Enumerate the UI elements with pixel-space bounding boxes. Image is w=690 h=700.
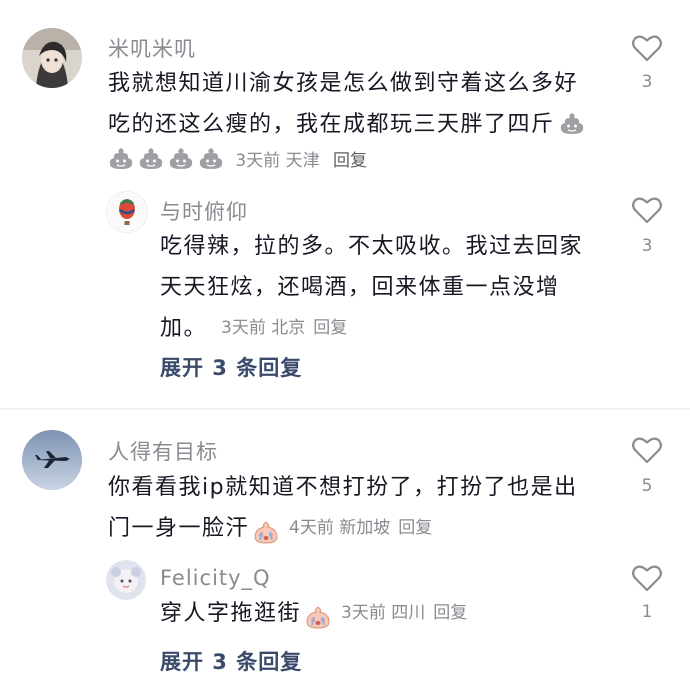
comment-text: 你看看我ip就知道不想打扮了，打扮了也是出 门一身一脸汗 4天前 新加坡 回复 bbox=[108, 467, 608, 549]
reply-text-line: 天天狂炫，还喝酒，回来体重一点没增 bbox=[160, 275, 560, 300]
avatar[interactable] bbox=[22, 28, 82, 88]
reply-text-line-content: 加。 bbox=[160, 316, 208, 341]
like-count: 5 bbox=[641, 476, 653, 496]
comment-meta: 3天前 天津 回复 bbox=[108, 146, 367, 171]
hot-air-balloon-avatar-icon bbox=[107, 192, 147, 232]
crying-face-emoji-icon bbox=[305, 602, 331, 629]
heart-icon bbox=[632, 197, 662, 224]
like-button[interactable] bbox=[632, 436, 662, 468]
comment-text-line: 门一身一脸汗 4天前 新加坡 回复 bbox=[108, 508, 608, 549]
comment-username[interactable]: 米叽米叽 bbox=[108, 33, 196, 63]
heart-icon bbox=[632, 437, 662, 464]
airplane-avatar-icon bbox=[22, 430, 82, 490]
reply-text-line: 吃得辣，拉的多。不太吸收。我过去回家 bbox=[160, 234, 584, 259]
poop-emoji-icon bbox=[108, 146, 134, 170]
poop-emoji-icon bbox=[168, 146, 194, 170]
avatar[interactable] bbox=[22, 430, 82, 490]
reply-text: 穿人字拖逛街 3天前 四川 回复 bbox=[160, 593, 620, 634]
expand-replies-button[interactable]: 展开 3 条回复 bbox=[160, 352, 302, 382]
avatar[interactable] bbox=[106, 560, 146, 600]
comment-text-line: 吃的还这么瘦的，我在成都玩三天胖了四斤 bbox=[108, 104, 608, 145]
reply-button[interactable]: 回复 bbox=[313, 308, 347, 349]
poop-emoji-icon bbox=[138, 146, 164, 170]
heart-icon bbox=[632, 35, 662, 62]
like-count: 3 bbox=[641, 72, 653, 92]
like-count: 3 bbox=[641, 236, 653, 256]
crying-face-emoji-icon bbox=[253, 517, 279, 544]
comment-time-location: 4天前 新加坡 bbox=[289, 518, 391, 538]
comment-time-location: 3天前 天津 bbox=[235, 151, 320, 171]
reply-text: 吃得辣，拉的多。不太吸收。我过去回家 天天狂炫，还喝酒，回来体重一点没增 加。 … bbox=[160, 226, 620, 349]
heart-icon bbox=[632, 565, 662, 592]
divider bbox=[0, 408, 690, 410]
reply-time-location: 3天前 四川 bbox=[341, 603, 426, 623]
anime-character-avatar-icon bbox=[22, 28, 82, 88]
poop-emoji-icon bbox=[198, 146, 224, 170]
cartoon-avatar-icon bbox=[106, 560, 146, 600]
reply-text-line-content: 穿人字拖逛街 bbox=[160, 601, 302, 626]
like-button[interactable] bbox=[632, 34, 662, 66]
reply-username[interactable]: Felicity_Q bbox=[160, 566, 271, 590]
expand-replies-button[interactable]: 展开 3 条回复 bbox=[160, 646, 302, 676]
poop-emoji-icon bbox=[559, 108, 585, 134]
like-count: 1 bbox=[641, 602, 653, 622]
reply-username[interactable]: 与时俯仰 bbox=[160, 196, 248, 226]
reply-text-line: 穿人字拖逛街 3天前 四川 回复 bbox=[160, 593, 620, 634]
avatar[interactable] bbox=[106, 191, 148, 233]
comment-text-line-content: 门一身一脸汗 bbox=[108, 516, 250, 541]
reply-button[interactable]: 回复 bbox=[333, 151, 367, 171]
like-button[interactable] bbox=[632, 564, 662, 596]
comment-text-line: 我就想知道川渝女孩是怎么做到守着这么多好 bbox=[108, 71, 579, 96]
reply-time-location: 3天前 北京 bbox=[221, 318, 306, 338]
reply-button[interactable]: 回复 bbox=[398, 508, 432, 549]
comment-text-line: 你看看我ip就知道不想打扮了，打扮了也是出 bbox=[108, 475, 578, 500]
comment-text-line-content: 吃的还这么瘦的，我在成都玩三天胖了四斤 bbox=[108, 112, 555, 137]
reply-button[interactable]: 回复 bbox=[433, 593, 467, 634]
reply-text-line: 加。 3天前 北京 回复 bbox=[160, 308, 620, 349]
like-button[interactable] bbox=[632, 196, 662, 228]
comment-text: 我就想知道川渝女孩是怎么做到守着这么多好 吃的还这么瘦的，我在成都玩三天胖了四斤 bbox=[108, 63, 608, 145]
comment-username[interactable]: 人得有目标 bbox=[108, 436, 218, 466]
